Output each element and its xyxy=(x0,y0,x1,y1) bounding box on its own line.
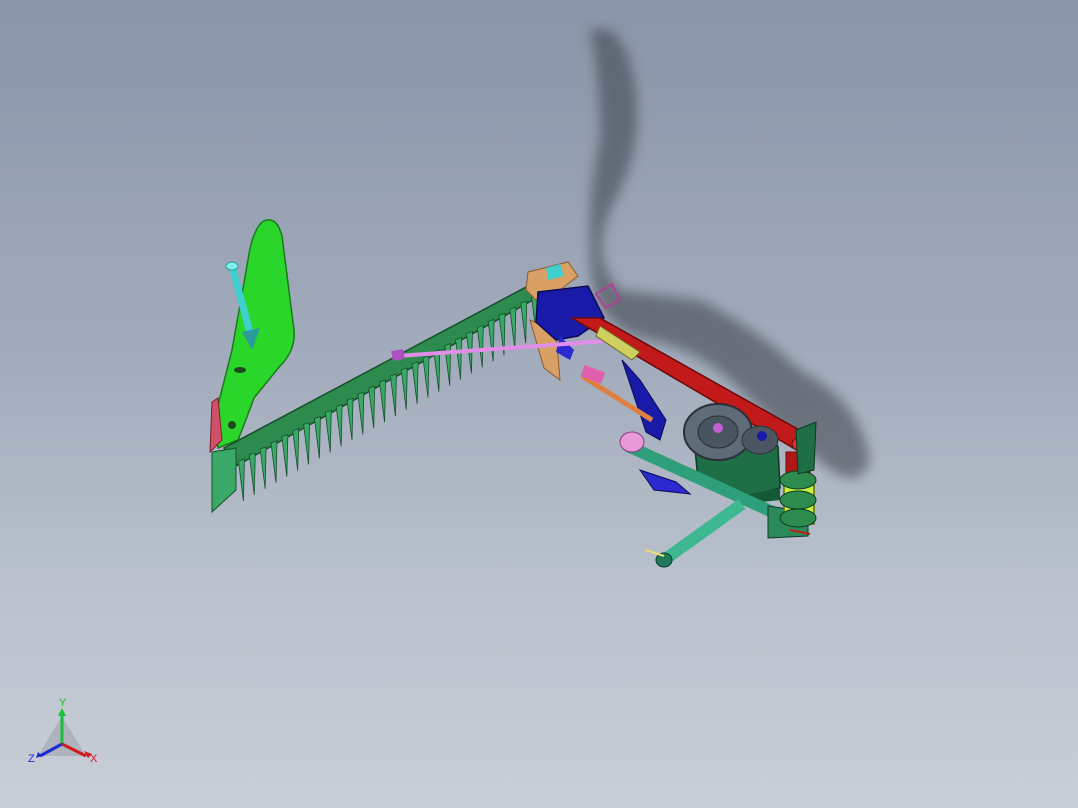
knife-tooth xyxy=(455,336,462,380)
z-axis-label: Z xyxy=(28,753,35,765)
knife-tooth xyxy=(520,300,528,344)
knife-tooth xyxy=(433,349,441,392)
pulley-hub xyxy=(713,423,723,433)
knife-tooth xyxy=(281,434,289,477)
mount-plate-right xyxy=(795,421,817,475)
knife-tooth xyxy=(422,355,430,398)
cad-viewport[interactable]: Y X Z xyxy=(0,0,1078,808)
mower-assembly-model[interactable] xyxy=(0,0,1078,808)
knife-tooth xyxy=(270,440,278,483)
knife-tooth xyxy=(324,409,332,453)
knife-tooth xyxy=(368,385,376,429)
plate-slot xyxy=(234,367,246,373)
plate-bolt xyxy=(228,421,236,429)
knife-tooth xyxy=(476,324,484,368)
y-axis-label: Y xyxy=(59,697,67,709)
knife-tooth xyxy=(487,318,495,362)
knife-tooth xyxy=(248,452,256,495)
knife-tooth xyxy=(346,397,354,441)
knife-tooth xyxy=(313,415,321,459)
knife-tooth xyxy=(389,373,397,417)
knife-tooth xyxy=(400,367,408,410)
y-axis-arrow xyxy=(58,708,66,716)
knife-tooth xyxy=(335,403,343,447)
knife-tooth xyxy=(303,421,310,465)
knife-tooth xyxy=(357,391,365,435)
knife-tooth xyxy=(292,428,300,471)
orientation-triad[interactable]: Y X Z xyxy=(26,694,106,774)
knife-tooth xyxy=(379,379,386,423)
hitch-plate[interactable] xyxy=(779,470,817,535)
drawbar-pivot xyxy=(619,431,645,453)
knife-tooth xyxy=(237,458,245,502)
x-axis-label: X xyxy=(90,753,98,765)
knife-tooth xyxy=(444,343,452,386)
knife-tooth xyxy=(411,361,419,404)
knife-tooth xyxy=(259,446,267,489)
knife-tooth xyxy=(509,306,517,350)
